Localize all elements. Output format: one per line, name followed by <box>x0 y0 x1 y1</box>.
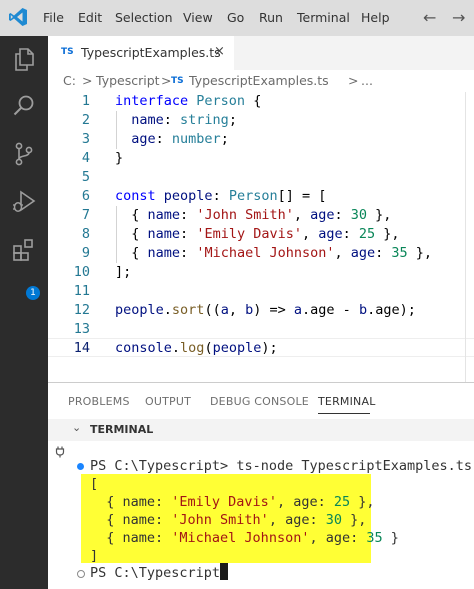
tab-problems[interactable]: PROBLEMS <box>68 395 130 408</box>
search-icon[interactable] <box>11 93 37 119</box>
title-bar: File Edit Selection View Go Run Terminal… <box>0 0 474 36</box>
run-debug-icon[interactable] <box>11 189 37 215</box>
breadcrumb-separator: > <box>348 73 359 88</box>
command-pending-circle[interactable] <box>77 570 85 578</box>
code-line: 11 <box>48 282 474 301</box>
tab-label: TypescriptExamples.ts <box>81 45 221 60</box>
code-line: 5 <box>48 168 474 187</box>
breadcrumb-file[interactable]: TypescriptExamples.ts <box>189 73 329 88</box>
terminal-output-line: { name: 'John Smith', age: 30 }, <box>90 512 367 528</box>
menu-edit[interactable]: Edit <box>78 10 102 25</box>
tab-output[interactable]: OUTPUT <box>145 395 191 408</box>
close-icon[interactable]: × <box>214 44 225 59</box>
line-number: 4 <box>81 150 90 166</box>
line-number: 2 <box>81 112 90 128</box>
code-line: 12 people.sort((a, b) => a.age - b.age); <box>48 301 474 320</box>
code-text: } <box>115 150 124 166</box>
breadcrumb: C: > Typescript > TS TypescriptExamples.… <box>48 70 474 92</box>
breadcrumb-ellipsis[interactable]: ... <box>361 73 373 88</box>
line-number: 12 <box>73 302 90 318</box>
menu-terminal[interactable]: Terminal <box>297 10 350 25</box>
line-number: 10 <box>73 264 90 280</box>
arrow-left-icon[interactable]: ← <box>423 8 436 27</box>
menu-view[interactable]: View <box>183 10 213 25</box>
extensions-badge: 1 <box>26 286 40 300</box>
terminal-prompt-line[interactable]: PS C:\Typescript> <box>90 564 236 582</box>
plug-icon[interactable] <box>54 446 66 458</box>
code-text: people.sort((a, b) => a.age - b.age); <box>115 302 416 318</box>
code-line: 6 const people: Person[] = [ <box>48 187 474 206</box>
code-text: ]; <box>115 264 132 280</box>
code-editor[interactable]: 1 interface Person { 2 name: string; 3 a… <box>48 92 474 382</box>
menu-file[interactable]: File <box>43 10 64 25</box>
code-line: 4 } <box>48 149 474 168</box>
line-number: 6 <box>81 188 90 204</box>
typescript-file-icon: TS <box>61 47 74 57</box>
typescript-file-icon: TS <box>171 76 184 86</box>
breadcrumb-root[interactable]: C: <box>63 73 76 88</box>
activity-bar: 1 <box>0 36 48 589</box>
tab-debug-console[interactable]: DEBUG CONSOLE <box>210 395 309 408</box>
code-text: const people: Person[] = [ <box>115 188 327 204</box>
extensions-icon[interactable] <box>11 237 37 263</box>
code-line: 13 <box>48 320 474 339</box>
menu-help[interactable]: Help <box>361 10 390 25</box>
line-number: 11 <box>73 283 90 299</box>
terminal-output-line: ] <box>90 548 99 564</box>
code-text: console.log(people); <box>115 340 278 356</box>
active-tab-indicator <box>318 413 370 414</box>
code-text: age: number; <box>131 131 229 147</box>
code-line: 8 { name: 'Emily Davis', age: 25 }, <box>48 225 474 244</box>
terminal-output-line: [ <box>90 476 99 492</box>
code-text: { name: 'Michael Johnson', age: 35 }, <box>131 245 433 261</box>
code-line: 3 age: number; <box>48 130 474 149</box>
line-number: 14 <box>73 340 90 356</box>
terminal-output-line: { name: 'Emily Davis', age: 25 }, <box>90 494 375 510</box>
tab-typescript-examples[interactable]: TS TypescriptExamples.ts × <box>48 36 234 70</box>
command-status-dot[interactable] <box>77 463 84 470</box>
arrow-right-icon[interactable]: → <box>452 8 465 27</box>
code-text: name: string; <box>131 112 237 128</box>
terminal-output-line: { name: 'Michael Johnson', age: 35 } <box>90 530 399 546</box>
line-number: 1 <box>81 93 90 109</box>
vscode-logo-icon <box>9 8 27 26</box>
breadcrumb-separator: > <box>82 73 93 88</box>
terminal-command-line: PS C:\Typescript> ts-node TypescriptExam… <box>90 458 473 474</box>
editor-scrollbar-track[interactable] <box>465 92 466 382</box>
code-text: interface Person { <box>115 93 262 109</box>
source-control-icon[interactable] <box>11 141 37 167</box>
line-number: 9 <box>81 245 90 261</box>
menu-selection[interactable]: Selection <box>115 10 173 25</box>
code-line: 1 interface Person { <box>48 92 474 111</box>
code-text: { name: 'John Smith', age: 30 }, <box>131 207 392 223</box>
menu-run[interactable]: Run <box>259 10 283 25</box>
terminal-section-header[interactable]: ⌄ TERMINAL <box>48 419 474 441</box>
menu-go[interactable]: Go <box>227 10 244 25</box>
chevron-down-icon[interactable]: ⌄ <box>72 421 81 434</box>
breadcrumb-separator: > <box>161 73 172 88</box>
line-number: 5 <box>81 169 90 185</box>
line-number: 3 <box>81 131 90 147</box>
code-line: 9 { name: 'Michael Johnson', age: 35 }, <box>48 244 474 263</box>
code-line: 10 ]; <box>48 263 474 282</box>
code-text: { name: 'Emily Davis', age: 25 }, <box>131 226 400 242</box>
code-line-current: 14 console.log(people); <box>48 338 474 357</box>
terminal-cursor <box>220 563 228 580</box>
tab-bar: TS TypescriptExamples.ts × <box>48 36 474 70</box>
files-icon[interactable] <box>11 46 37 72</box>
section-title: TERMINAL <box>90 423 154 436</box>
line-number: 13 <box>73 321 90 337</box>
line-number: 7 <box>81 207 90 223</box>
code-line: 2 name: string; <box>48 111 474 130</box>
code-line: 7 { name: 'John Smith', age: 30 }, <box>48 206 474 225</box>
line-number: 8 <box>81 226 90 242</box>
breadcrumb-folder[interactable]: Typescript <box>96 73 160 88</box>
tab-terminal[interactable]: TERMINAL <box>318 395 376 408</box>
bottom-panel: PROBLEMS OUTPUT DEBUG CONSOLE TERMINAL ›… <box>48 382 474 589</box>
